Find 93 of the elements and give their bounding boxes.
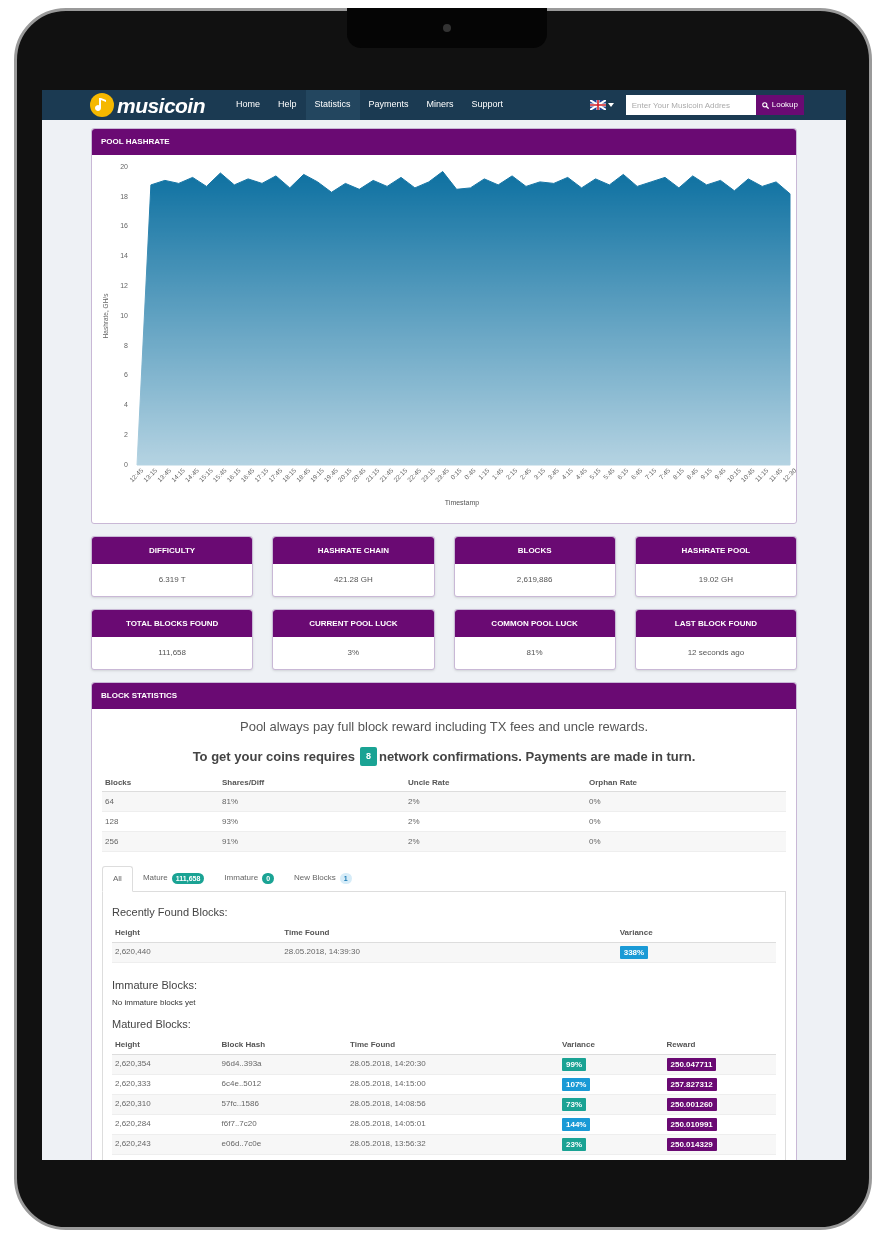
stat-title: BLOCKS [454, 537, 615, 564]
table-cell: 2% [408, 836, 420, 846]
column-header: Time Found [348, 1039, 397, 1051]
variance-badge: 144% [562, 1117, 591, 1131]
table-cell: 2,620,440 [115, 947, 151, 956]
table-cell: 28.05.2018, 14:20:30 [349, 1059, 426, 1068]
reward-badge: 250.014329 [666, 1137, 717, 1151]
confirmation-text: network confirmations. Payments are made in turn. [378, 747, 696, 766]
variance-badge: 73% [562, 1097, 586, 1111]
column-header: Orphan Rate [588, 776, 638, 789]
stat-value: 81% [525, 647, 544, 659]
count-badge: 8 [359, 746, 377, 766]
reward-badge: 257.827312 [666, 1077, 717, 1091]
search-icon [761, 101, 769, 109]
table-cell: 93% [222, 816, 238, 826]
stat-value: 19.02 GH [697, 574, 734, 586]
table-cell: f6f7..7c20 [221, 1119, 257, 1128]
stat-value: 3% [346, 647, 361, 659]
stat-value: 6.319 T [157, 574, 187, 586]
nav-link[interactable]: Support [462, 90, 513, 120]
table-cell: 28.05.2018, 14:08:56 [349, 1099, 426, 1108]
table-cell: 2,620,243 [115, 1139, 151, 1148]
lookup-button[interactable]: Lookup [755, 95, 804, 115]
nav-link[interactable]: Statistics [305, 90, 360, 120]
stat-title: COMMON POOL LUCK [454, 610, 615, 637]
stat-title: TOTAL BLOCKS FOUND [92, 610, 253, 637]
camera-icon [443, 24, 451, 32]
table-cell: 28.05.2018, 13:56:32 [349, 1139, 426, 1148]
table-cell: 81% [222, 796, 238, 806]
panel-header: BLOCK STATISTICS [92, 683, 796, 709]
variance-badge: 107% [562, 1077, 591, 1091]
table-cell: 28.05.2018, 14:05:01 [349, 1119, 426, 1128]
nav-link[interactable]: Home [227, 90, 269, 120]
section-title: Recently Found Blocks: [112, 905, 229, 920]
column-header: Variance [561, 1039, 596, 1051]
column-header: Blocks [104, 776, 133, 789]
table-cell: e06d..7c0e [221, 1139, 262, 1148]
nav-link[interactable]: Payments [359, 90, 418, 120]
notice-text: Pool always pay full block reward including TX fees and uncle rewards. [239, 718, 649, 736]
stat-value: 111,658 [157, 647, 187, 659]
stat-title: HASHRATE POOL [635, 537, 796, 564]
empty-message: No immature blocks yet [112, 997, 197, 1009]
table-cell: 0% [589, 836, 601, 846]
caret-icon [607, 103, 614, 107]
table-cell: 256 [105, 836, 119, 846]
table-cell: 2% [408, 816, 420, 826]
table-cell: 28.05.2018, 14:15:00 [349, 1079, 426, 1088]
column-header: Block Hash [220, 1039, 267, 1051]
music-note-icon [90, 93, 114, 117]
column-header: Uncle Rate [407, 776, 451, 789]
stat-title: HASHRATE CHAIN [273, 537, 434, 564]
column-header: Height [114, 1039, 141, 1051]
table-cell: 6c4e..5012 [221, 1079, 262, 1088]
column-header: Reward [665, 1039, 697, 1051]
table-cell: 96d4..393a [221, 1059, 262, 1068]
column-header: Height [114, 927, 141, 939]
reward-badge: 250.047711 [666, 1057, 717, 1071]
table-cell: 0% [589, 796, 601, 806]
stat-title: LAST BLOCK FOUND [635, 610, 796, 637]
panel-header: POOL HASHRATE [92, 129, 796, 155]
logo-text: musicoin [117, 94, 205, 116]
table-cell: 91% [222, 836, 238, 846]
stat-value: 421.28 GH [333, 574, 374, 586]
column-header: Shares/Diff [221, 776, 266, 789]
reward-badge: 250.010991 [666, 1117, 717, 1131]
stat-value: 12 seconds ago [686, 647, 746, 659]
nav-link[interactable]: Miners [417, 90, 463, 120]
variance-badge: 99% [562, 1057, 586, 1071]
stat-value: 2,619,886 [515, 574, 554, 586]
section-title: Matured Blocks: [112, 1017, 192, 1032]
table-cell: 128 [105, 816, 119, 826]
table-cell: 2,620,310 [115, 1099, 151, 1108]
section-title: Immature Blocks: [112, 977, 198, 993]
column-header: Time Found [283, 927, 331, 939]
flag-icon [589, 100, 606, 110]
stat-title: DIFFICULTY [92, 537, 253, 564]
table-cell: 2% [408, 796, 420, 806]
confirmation-text: To get your coins requires [192, 747, 355, 766]
column-header: Variance [618, 927, 654, 939]
nav-link[interactable]: Help [269, 90, 306, 120]
table-cell: 0% [589, 816, 601, 826]
variance-badge: 23% [562, 1137, 586, 1151]
table-cell: 28.05.2018, 14:39:30 [284, 947, 360, 956]
stat-title: CURRENT POOL LUCK [273, 610, 434, 637]
address-field[interactable]: Enter Your Musicoin Addres [625, 95, 756, 115]
table-cell: 2,620,354 [115, 1059, 151, 1068]
variance-badge: 338% [619, 945, 649, 959]
table-cell: 2,620,284 [115, 1119, 151, 1128]
table-cell: 57fc..1586 [221, 1099, 259, 1108]
table-cell: 2,620,333 [115, 1079, 151, 1088]
tab[interactable]: All [102, 866, 133, 892]
table-cell: 64 [105, 796, 114, 806]
reward-badge: 250.001260 [666, 1097, 717, 1111]
